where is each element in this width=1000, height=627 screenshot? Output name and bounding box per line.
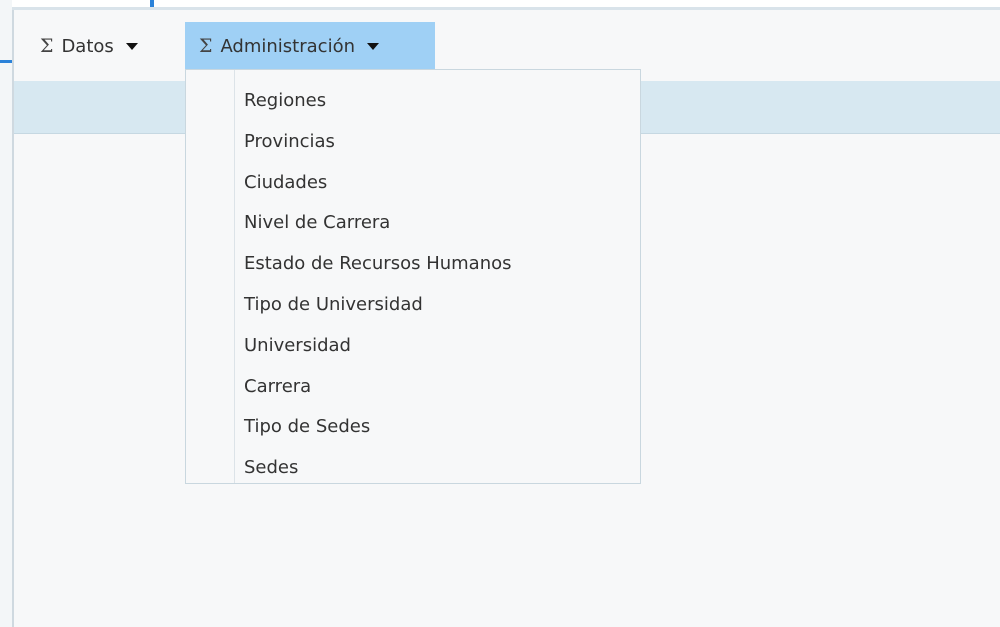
main-panel: Σ Datos Σ Administración Regiones Provin…	[14, 10, 1000, 627]
administracion-dropdown: Regiones Provincias Ciudades Nivel de Ca…	[185, 69, 641, 484]
menu-item-tipo-de-universidad[interactable]: Tipo de Universidad	[244, 285, 512, 326]
menu-item-sedes[interactable]: Sedes	[244, 448, 512, 489]
menu-bar	[14, 10, 1000, 71]
sigma-icon: Σ	[40, 35, 54, 57]
menu-item-nivel-de-carrera[interactable]: Nivel de Carrera	[244, 203, 512, 244]
menu-item-provincias[interactable]: Provincias	[244, 122, 512, 163]
left-side-strip	[0, 0, 12, 627]
left-accent-marker	[0, 60, 12, 63]
menu-item-universidad[interactable]: Universidad	[244, 326, 512, 367]
menu-administracion-label: Administración	[220, 35, 355, 57]
menu-item-carrera[interactable]: Carrera	[244, 367, 512, 408]
dropdown-list: Regiones Provincias Ciudades Nivel de Ca…	[244, 81, 512, 489]
sigma-icon: Σ	[199, 35, 213, 57]
caret-down-icon	[367, 42, 379, 50]
menu-datos[interactable]: Σ Datos	[40, 22, 138, 70]
menu-item-regiones[interactable]: Regiones	[244, 81, 512, 122]
menu-datos-label: Datos	[61, 35, 114, 57]
menu-item-ciudades[interactable]: Ciudades	[244, 163, 512, 204]
caret-down-icon	[125, 42, 138, 50]
menu-item-tipo-de-sedes[interactable]: Tipo de Sedes	[244, 407, 512, 448]
menu-item-estado-de-recursos-humanos[interactable]: Estado de Recursos Humanos	[244, 244, 512, 285]
menu-administracion[interactable]: Σ Administración	[185, 22, 435, 70]
dropdown-icon-gutter	[234, 70, 235, 483]
